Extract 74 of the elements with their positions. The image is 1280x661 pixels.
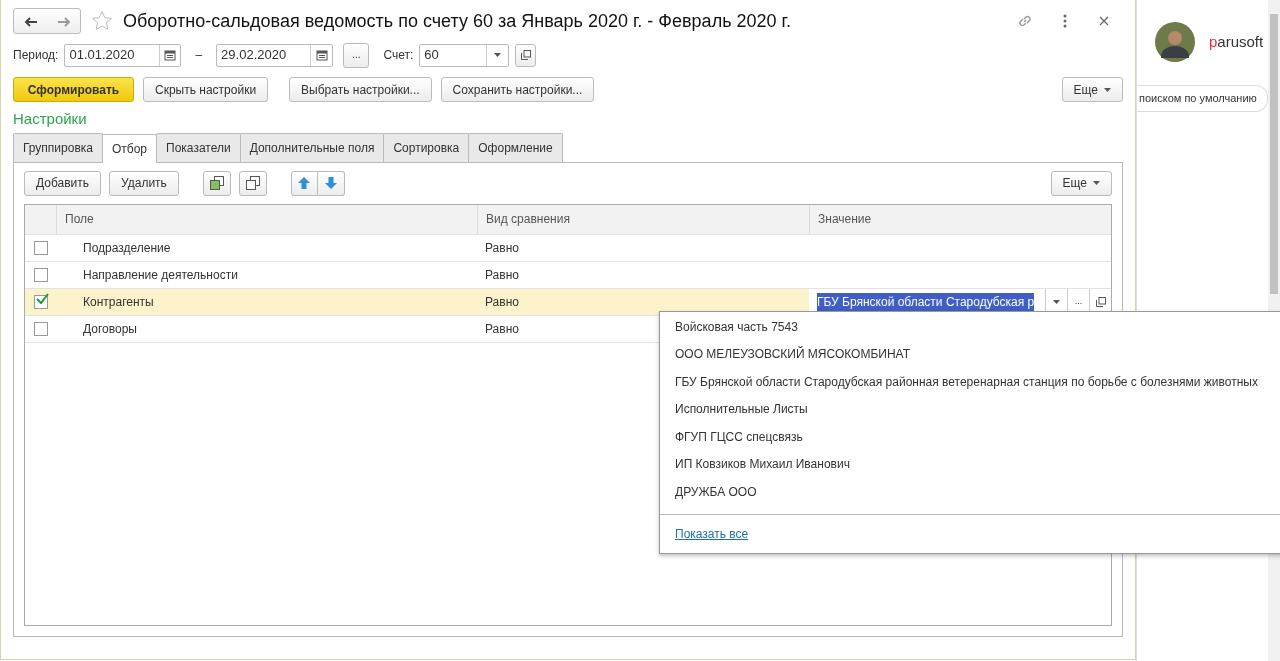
settings-button[interactable]: Выбрать настройки... [289,77,432,102]
table-cell: Равно [485,240,519,255]
calendar-icon[interactable] [164,49,176,61]
table-cell: Равно [485,267,519,282]
table-cell: Равно [485,294,519,309]
down-arrow-icon [324,177,337,189]
open-window-icon[interactable] [1095,296,1106,307]
date-to-field[interactable]: 29.02.2020 [216,43,334,67]
search-hint: поиском по умолчанию [1137,85,1268,112]
dropdown-item[interactable]: ООО МЕЛЕУЗОВСКИЙ МЯСОКОМБИНАТ [660,340,1280,368]
dropdown-item[interactable]: Войсковая часть 7543 [660,313,1280,341]
column-header: Значение [818,211,872,228]
more-icon[interactable] [1063,14,1067,28]
caret-icon [1093,181,1100,185]
show-all-link[interactable]: Показать все [675,524,749,543]
settings-button[interactable]: Скрыть настройки [143,77,269,102]
account-label: Счет: [383,47,414,64]
star-icon[interactable] [91,10,113,32]
tab[interactable]: Сортировка [383,132,470,162]
link-icon[interactable] [1017,13,1033,29]
dropdown-item[interactable]: Исполнительные Листы [660,395,1280,423]
table-cell: Направление деятельности [83,267,238,282]
checkbox[interactable] [33,267,48,282]
checkbox[interactable] [33,240,48,255]
copy-icon [245,176,260,190]
dropdown-item[interactable]: ДРУЖБА ООО [660,478,1280,506]
close-icon[interactable] [1099,16,1109,26]
checkbox[interactable] [33,321,48,336]
dropdown-item[interactable]: ФГУП ГЦСС спецсвязь [660,423,1280,451]
delete-button[interactable]: Удалить [109,170,179,196]
account-field[interactable]: 60 [419,43,510,67]
move-down-button[interactable] [317,170,345,196]
more-button[interactable]: Еще [1061,77,1123,102]
back-icon [23,16,38,27]
open-window-icon [520,50,531,60]
tab[interactable]: Группировка [13,132,103,162]
tab[interactable]: Показатели [156,132,241,162]
tab[interactable]: Дополнительные поля [239,132,385,162]
column-header: Поле [65,211,94,228]
table-cell: Подразделение [83,240,171,255]
date-from-field[interactable]: 01.01.2020 [64,43,182,67]
copy-button[interactable] [238,170,267,196]
dropdown-icon[interactable] [494,53,502,57]
period-label: Период: [13,47,59,64]
check-icon [34,292,49,306]
forward-icon [56,16,71,27]
move-up-button[interactable] [290,170,318,196]
tab[interactable]: Отбор [102,133,158,163]
dropdown-icon[interactable] [1053,299,1060,304]
checkbox[interactable] [33,294,48,309]
window-title: Оборотно-сальдовая ведомость по счету 60 за Январь 2020 г. - Февраль 2020 г. [123,9,792,33]
generate-button[interactable]: Сформировать [13,77,134,102]
group-button[interactable] [202,170,231,196]
table-cell: Контрагенты [83,294,154,309]
period-select-button[interactable]: ... [343,42,370,68]
dropdown-item[interactable]: ГБУ Брянской области Стародубская районная ветеренарная станция по борьбе с болезнями животных [660,368,1280,396]
add-button[interactable]: Добавить [24,170,102,196]
caret-icon [1104,87,1111,92]
more-button[interactable]: Еще [1050,170,1112,196]
tab[interactable]: Оформление [468,132,563,162]
dropdown-item[interactable]: ИП Ковзиков Михаил Иванович [660,450,1280,478]
calendar-icon[interactable] [315,49,328,61]
up-arrow-icon [298,177,311,189]
settings-heading: Настройки [13,109,88,129]
selected-text: ГБУ Брянской области Стародубская р [817,292,1035,311]
user-name: parusoft [1209,31,1264,52]
table-cell: Договоры [83,321,137,336]
settings-button[interactable]: Сохранить настройки... [440,77,595,102]
period-dash: – [195,47,203,64]
table-cell: Равно [485,321,519,336]
avatar [1155,22,1195,62]
column-header: Вид сравнения [486,211,570,228]
open-button[interactable] [515,43,537,67]
stacked-windows-icon [209,176,224,190]
